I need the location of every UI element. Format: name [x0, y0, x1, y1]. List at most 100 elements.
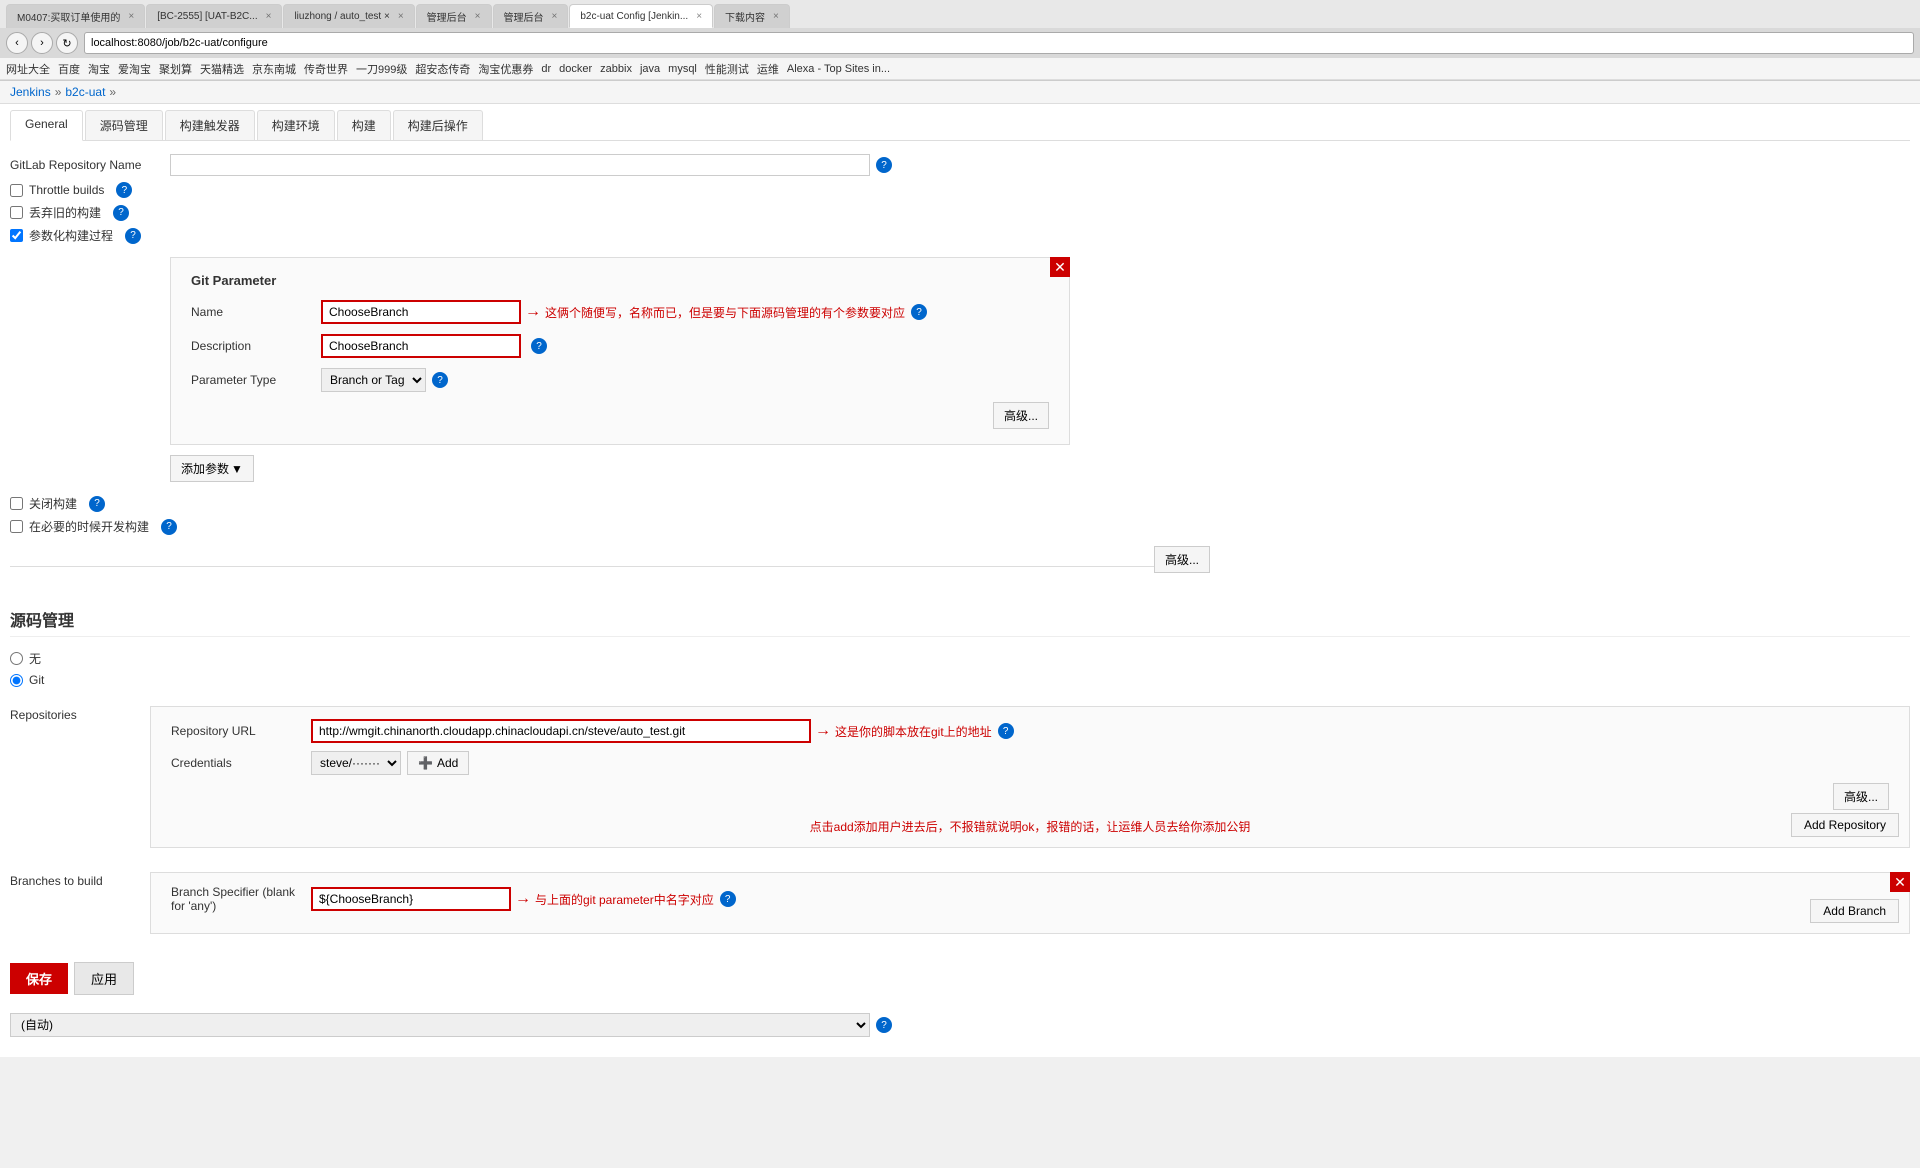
add-icon: ➕ [418, 756, 433, 770]
param-type-label: Parameter Type [191, 373, 321, 387]
branch-specifier-input[interactable] [311, 887, 511, 911]
bookmark-jdnc[interactable]: 京东南城 [252, 61, 296, 77]
help-parametrize-icon[interactable]: ? [125, 228, 141, 244]
general-advanced-button[interactable]: 高级... [1154, 546, 1210, 573]
bookmark-chao[interactable]: 超安态传奇 [415, 61, 470, 77]
advanced-button[interactable]: 高级... [993, 402, 1049, 429]
browser-toolbar: ‹ › ↻ [0, 28, 1920, 58]
config-tabs: General 源码管理 构建触发器 构建环境 构建 构建后操作 [10, 104, 1910, 141]
help-description-icon[interactable]: ? [531, 338, 547, 354]
tab-general[interactable]: General [10, 110, 83, 141]
bookmark-wangzhidaquan[interactable]: 网址大全 [6, 61, 50, 77]
necessary-build-checkbox[interactable] [10, 520, 23, 533]
add-repository-button[interactable]: Add Repository [1791, 813, 1899, 837]
bookmark-aitaobao[interactable]: 爱淘宝 [118, 61, 151, 77]
bookmark-tianmao[interactable]: 天猫精选 [200, 61, 244, 77]
address-bar[interactable] [84, 32, 1914, 54]
close-icon[interactable]: × [128, 11, 134, 22]
bookmark-baidu[interactable]: 百度 [58, 61, 80, 77]
throttle-checkbox[interactable] [10, 184, 23, 197]
advanced-row: 高级... [191, 402, 1049, 429]
bookmark-dr[interactable]: dr [541, 63, 551, 75]
branch-delete-button[interactable]: ✕ [1890, 872, 1910, 892]
gitlab-repo-input[interactable] [170, 154, 870, 176]
help-param-type-icon[interactable]: ? [432, 372, 448, 388]
git-radio[interactable] [10, 674, 23, 687]
tab-source[interactable]: 源码管理 [85, 110, 163, 140]
discard-checkbox[interactable] [10, 206, 23, 219]
git-param-delete-button[interactable]: ✕ [1050, 257, 1070, 277]
tab-label: 下载内容 [725, 9, 765, 24]
bookmark-mysql[interactable]: mysql [668, 63, 697, 75]
browser-tabs: M0407:买取订单使用的 × [BC-2555] [UAT-B2C... × … [0, 0, 1920, 28]
repo-url-input[interactable] [311, 719, 811, 743]
close-icon[interactable]: × [398, 11, 404, 22]
close-build-checkbox[interactable] [10, 497, 23, 510]
refresh-button[interactable]: ↻ [56, 32, 78, 54]
tab-admin1[interactable]: 管理后台 × [416, 4, 492, 28]
bookmark-yunwei[interactable]: 运维 [757, 61, 779, 77]
tab-label: [BC-2555] [UAT-B2C... [157, 11, 257, 22]
name-input[interactable] [321, 300, 521, 324]
parametrize-checkbox[interactable] [10, 229, 23, 242]
name-annotation: 这俩个随便写，名称而已，但是要与下面源码管理的有个参数要对应 [545, 304, 905, 321]
tab-b2c-uat[interactable]: b2c-uat Config [Jenkin... × [569, 4, 713, 28]
repo-advanced-button[interactable]: 高级... [1833, 783, 1889, 810]
help-throttle-icon[interactable]: ? [116, 182, 132, 198]
credentials-select[interactable]: steve/······· [311, 751, 401, 775]
save-button[interactable]: 保存 [10, 963, 68, 994]
bookmark-zabbix[interactable]: zabbix [600, 63, 632, 75]
source-management-section: 源码管理 无 Git Repositories Repository URL → [10, 577, 1910, 952]
param-type-select[interactable]: Branch Tag Branch or Tag Revision [321, 368, 426, 392]
description-input[interactable] [321, 334, 521, 358]
add-param-button[interactable]: 添加参数 ▼ [170, 455, 254, 482]
close-icon[interactable]: × [475, 11, 481, 22]
discard-label: 丢弃旧的构建 [29, 204, 101, 221]
help-branch-icon[interactable]: ? [720, 891, 736, 907]
bookmark-perf[interactable]: 性能测试 [705, 61, 749, 77]
bottom-bar: 保存 应用 [10, 952, 1910, 1005]
close-icon[interactable]: × [552, 11, 558, 22]
bookmark-youhui[interactable]: 淘宝优惠券 [478, 61, 533, 77]
bookmark-ydao[interactable]: 一刀999级 [356, 61, 407, 77]
bookmark-juhua[interactable]: 聚划算 [159, 61, 192, 77]
tab-admin2[interactable]: 管理后台 × [493, 4, 569, 28]
bookmark-alexa[interactable]: Alexa - Top Sites in... [787, 63, 890, 75]
tab-build[interactable]: 构建 [337, 110, 391, 140]
close-icon[interactable]: × [266, 11, 272, 22]
arrow-icon: → [525, 303, 541, 321]
forward-button[interactable]: › [31, 32, 53, 54]
tab-m0407[interactable]: M0407:买取订单使用的 × [6, 4, 145, 28]
bookmark-chuanqi[interactable]: 传奇世界 [304, 61, 348, 77]
close-icon[interactable]: × [696, 11, 702, 22]
add-credentials-button[interactable]: ➕ Add [407, 751, 469, 775]
credentials-label: Credentials [171, 756, 311, 770]
breadcrumb-jenkins[interactable]: Jenkins [10, 85, 51, 99]
none-radio[interactable] [10, 652, 23, 665]
tab-post-build[interactable]: 构建后操作 [393, 110, 483, 140]
repositories-box: Repository URL → 这是你的脚本放在git上的地址 ? Crede… [150, 706, 1910, 848]
tab-liuzhong[interactable]: liuzhong / auto_test × × [283, 4, 414, 28]
back-button[interactable]: ‹ [6, 32, 28, 54]
help-close-build-icon[interactable]: ? [89, 496, 105, 512]
auto-select[interactable]: (自动) [10, 1013, 870, 1037]
tab-download[interactable]: 下载内容 × [714, 4, 790, 28]
breadcrumb-project[interactable]: b2c-uat [65, 85, 105, 99]
help-gitlab-icon[interactable]: ? [876, 157, 892, 173]
help-name-icon[interactable]: ? [911, 304, 927, 320]
tab-bc2555[interactable]: [BC-2555] [UAT-B2C... × [146, 4, 282, 28]
help-necessary-build-icon[interactable]: ? [161, 519, 177, 535]
bookmark-java[interactable]: java [640, 63, 660, 75]
close-icon[interactable]: × [773, 11, 779, 22]
tab-label: liuzhong / auto_test × [294, 11, 389, 22]
help-repo-url-icon[interactable]: ? [998, 723, 1014, 739]
tab-build-trigger[interactable]: 构建触发器 [165, 110, 255, 140]
bookmark-docker[interactable]: docker [559, 63, 592, 75]
help-auto-icon[interactable]: ? [876, 1017, 892, 1033]
help-discard-icon[interactable]: ? [113, 205, 129, 221]
add-branch-button[interactable]: Add Branch [1810, 899, 1899, 923]
apply-button[interactable]: 应用 [74, 962, 134, 995]
tab-build-env[interactable]: 构建环境 [257, 110, 335, 140]
bookmark-taobao[interactable]: 淘宝 [88, 61, 110, 77]
chevron-down-icon: ▼ [231, 462, 243, 476]
